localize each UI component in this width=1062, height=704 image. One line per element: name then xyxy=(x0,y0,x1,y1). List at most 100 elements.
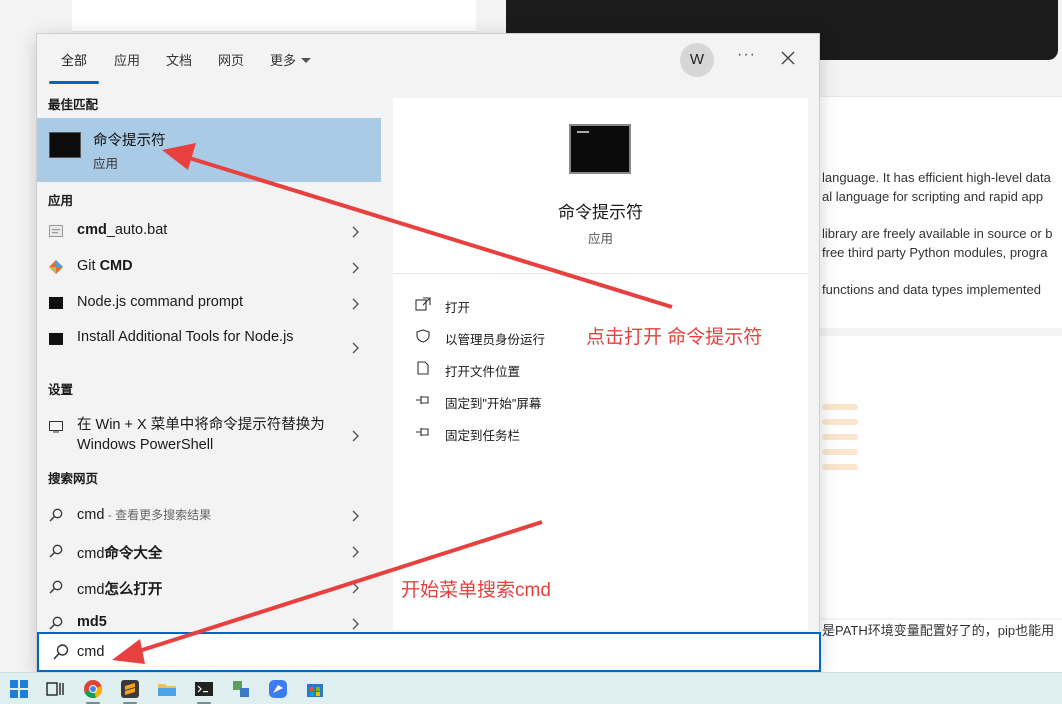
app-result-nodejs-command-prompt[interactable]: Node.js command prompt xyxy=(37,287,381,321)
background-text-line: functions and data types implemented xyxy=(822,282,1041,297)
settings-result-powershell[interactable]: 在 Win + X 菜单中将命令提示符替换为 Windows PowerShel… xyxy=(37,413,381,457)
display-icon xyxy=(49,421,63,433)
best-match-command-prompt[interactable]: 命令提示符 应用 xyxy=(37,118,381,182)
search-input[interactable]: cmd xyxy=(37,632,821,672)
action-pin-to-start[interactable]: 固定到"开始"屏幕 xyxy=(415,390,615,414)
command-prompt-icon xyxy=(569,124,631,174)
action-open-file-location[interactable]: 打开文件位置 xyxy=(415,358,615,382)
pin-icon xyxy=(416,396,429,404)
more-options-button[interactable]: ··· xyxy=(737,46,756,64)
web-result-cmd-commands[interactable]: cmd命令大全 xyxy=(37,535,381,569)
terminal-icon xyxy=(49,333,63,345)
detail-title: 命令提示符 xyxy=(558,203,643,222)
chevron-down-icon xyxy=(301,58,312,63)
app-result-cmd-auto-bat[interactable]: cmd_auto.bat xyxy=(37,215,381,249)
action-label: 打开文件位置 xyxy=(445,365,521,379)
section-settings: 设置 xyxy=(48,383,74,397)
app-result-label: Node.js command prompt xyxy=(77,294,244,310)
background-text-line: library are freely available in source o… xyxy=(822,226,1053,241)
web-result-label: cmd命令大全 xyxy=(77,546,163,562)
close-icon xyxy=(781,51,795,65)
web-result-label: cmd - 查看更多搜索结果 xyxy=(77,507,212,523)
git-icon xyxy=(49,260,63,274)
background-card xyxy=(72,0,476,32)
section-best-match: 最佳匹配 xyxy=(48,98,99,112)
tab-all[interactable]: 全部 xyxy=(61,50,87,69)
annotation-open-note: 点击打开 命令提示符 xyxy=(586,327,763,348)
chevron-right-icon[interactable] xyxy=(349,429,361,443)
app-result-label: cmd_auto.bat xyxy=(77,222,168,238)
chevron-right-icon[interactable] xyxy=(349,341,361,355)
background-decoration xyxy=(822,404,858,479)
search-icon xyxy=(53,644,69,660)
detail-subtitle: 应用 xyxy=(587,232,613,246)
search-icon xyxy=(49,544,63,558)
background-text-line: 是PATH环境变量配置好了的，pip也能用 xyxy=(822,623,1055,638)
batch-file-icon xyxy=(49,225,63,237)
action-label: 以管理员身份运行 xyxy=(445,333,546,347)
background-text-line: free third party Python modules, progra xyxy=(822,245,1048,260)
tab-documents[interactable]: 文档 xyxy=(166,50,192,69)
action-label: 固定到任务栏 xyxy=(445,429,521,443)
results-list: 最佳匹配 命令提示符 应用 应用 cmd_auto.bat Git CMD No… xyxy=(37,86,382,630)
file-explorer-icon[interactable] xyxy=(156,678,178,700)
terminal-icon[interactable] xyxy=(193,678,215,700)
command-prompt-icon xyxy=(49,132,81,158)
settings-result-label: 在 Win + X 菜单中将命令提示符替换为 Windows PowerShel… xyxy=(77,417,325,453)
tab-more[interactable]: 更多 xyxy=(270,50,312,69)
chevron-right-icon[interactable] xyxy=(349,225,361,239)
chevron-right-icon[interactable] xyxy=(349,509,361,523)
web-result-label: md5 xyxy=(77,614,107,630)
tab-web[interactable]: 网页 xyxy=(218,50,244,69)
taskbar xyxy=(0,672,1062,704)
chevron-right-icon[interactable] xyxy=(349,261,361,275)
background-text-line: al language for scripting and rapid app xyxy=(822,189,1044,204)
web-result-label: cmd怎么打开 xyxy=(77,582,163,598)
action-run-as-admin[interactable]: 以管理员身份运行 xyxy=(415,326,615,350)
active-tab-indicator xyxy=(49,81,99,84)
task-view-icon[interactable] xyxy=(44,678,66,700)
chevron-right-icon[interactable] xyxy=(349,297,361,311)
search-icon xyxy=(49,580,63,594)
open-icon xyxy=(415,297,431,311)
tab-more-label: 更多 xyxy=(270,53,297,68)
app-result-label: Install Additional Tools for Node.js xyxy=(77,329,294,345)
web-result-cmd[interactable]: cmd - 查看更多搜索结果 xyxy=(37,499,381,533)
chevron-right-icon[interactable] xyxy=(349,617,361,631)
terminal-icon xyxy=(49,297,63,309)
section-web: 搜索网页 xyxy=(48,472,99,486)
network-app-icon[interactable] xyxy=(230,678,252,700)
chevron-right-icon[interactable] xyxy=(349,545,361,559)
close-button[interactable] xyxy=(778,46,798,70)
tab-apps[interactable]: 应用 xyxy=(114,50,140,69)
search-icon xyxy=(49,508,63,522)
action-label: 打开 xyxy=(445,301,471,315)
detail-pane: 命令提示符 应用 打开 以管理员身份运行 打开文件位置 固定到"开始"屏幕 固定… xyxy=(393,98,808,630)
pin-icon xyxy=(416,428,429,436)
search-tabs: 全部 应用 文档 网页 更多 W ··· xyxy=(37,34,821,86)
action-pin-to-taskbar[interactable]: 固定到任务栏 xyxy=(415,422,615,446)
search-input-value: cmd xyxy=(77,644,105,660)
app-result-label: Git CMD xyxy=(77,258,133,274)
section-apps: 应用 xyxy=(48,194,74,208)
action-label: 固定到"开始"屏幕 xyxy=(445,397,542,411)
chevron-right-icon[interactable] xyxy=(349,581,361,595)
search-icon xyxy=(49,616,63,630)
app-result-nodejs-tools[interactable]: Install Additional Tools for Node.js xyxy=(37,325,381,369)
store-icon[interactable] xyxy=(304,678,326,700)
web-result-cmd-open[interactable]: cmd怎么打开 xyxy=(37,571,381,605)
file-location-icon xyxy=(417,361,429,375)
shield-icon xyxy=(416,329,430,343)
app-result-git-cmd[interactable]: Git CMD xyxy=(37,251,381,285)
action-open[interactable]: 打开 xyxy=(415,294,615,318)
best-match-title: 命令提示符 xyxy=(93,133,166,149)
annotation-search-note: 开始菜单搜索cmd xyxy=(401,580,551,601)
best-match-subtitle: 应用 xyxy=(93,157,119,171)
windows-start-icon[interactable] xyxy=(8,678,30,700)
background-text-line: language. It has efficient high-level da… xyxy=(822,170,1051,185)
avatar[interactable]: W xyxy=(680,43,714,77)
feishu-icon[interactable] xyxy=(267,678,289,700)
divider xyxy=(393,273,808,274)
sublime-text-icon[interactable] xyxy=(119,678,141,700)
chrome-icon[interactable] xyxy=(82,678,104,700)
